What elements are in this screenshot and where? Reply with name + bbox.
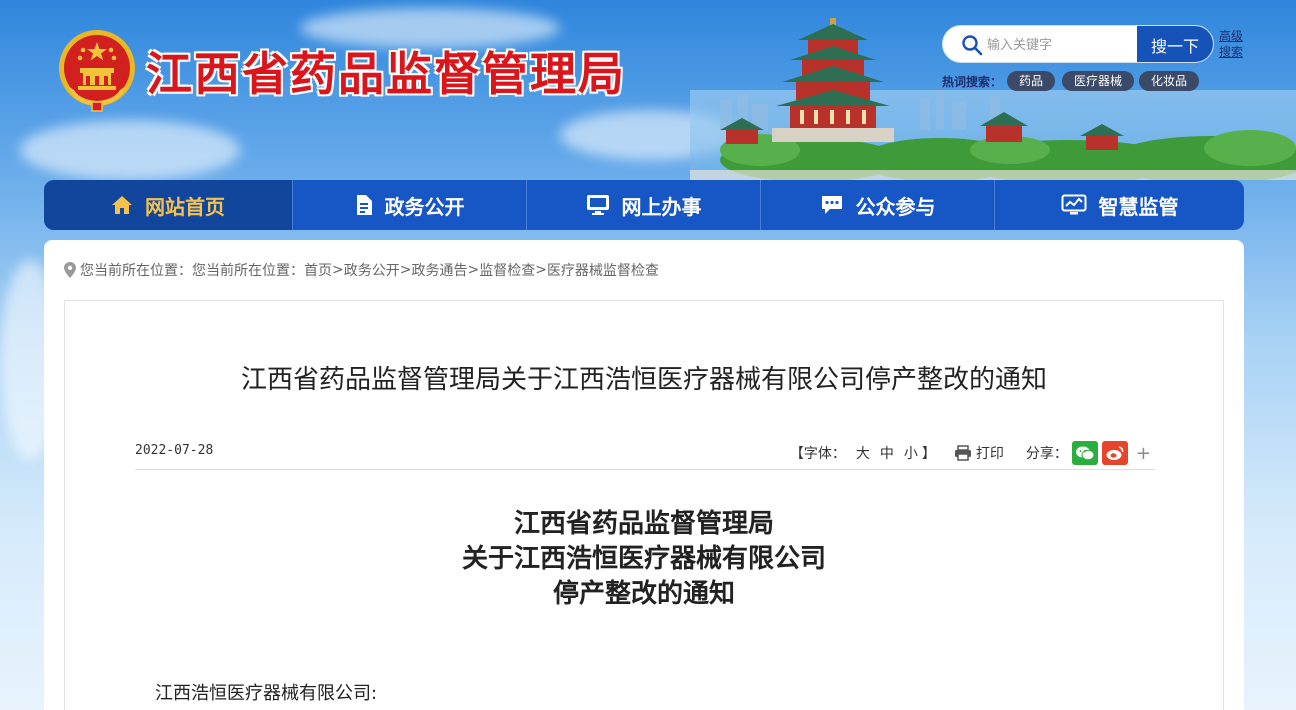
national-emblem-icon [59, 30, 135, 112]
hot-tag-cosmetics[interactable]: 化妆品 [1139, 71, 1200, 91]
article-container: 江西省药品监督管理局关于江西浩恒医疗器械有限公司停产整改的通知 2022-07-… [64, 300, 1224, 710]
nav-item-smart-supervision[interactable]: 智慧监管 [995, 180, 1244, 230]
breadcrumb-separator: > [332, 262, 344, 278]
wechat-icon [1075, 446, 1095, 461]
monitor-icon [586, 194, 610, 216]
hot-search-label: 热词搜索： [942, 75, 1003, 89]
print-label: 打印 [975, 446, 1004, 462]
article-meta: 2022-07-28 【字体： 大 中 小 】 打印 分享： + [135, 436, 1155, 470]
hot-tag-drugs[interactable]: 药品 [1007, 71, 1056, 91]
content-panel: 您当前所在位置：您当前所在位置： 首页 > 政务公开 > 政务通告 > 监督检查 > 医… [44, 240, 1244, 710]
breadcrumb-link-home[interactable]: 首页 [304, 260, 332, 280]
search-icon [962, 35, 983, 56]
nav-item-label: 政务公开 [384, 194, 465, 219]
share-label: 分享： [1025, 446, 1068, 462]
weibo-share-button[interactable] [1101, 441, 1128, 465]
wechat-share-button[interactable] [1071, 441, 1098, 465]
chat-icon [820, 194, 844, 216]
breadcrumb-separator: > [535, 262, 547, 278]
nav-item-government-affairs[interactable]: 政务公开 [293, 180, 527, 230]
dashboard-icon [1061, 194, 1087, 216]
nav-item-home[interactable]: 网站首页 [44, 180, 293, 230]
breadcrumb-separator: > [467, 262, 480, 278]
site-title[interactable]: 江西省药品监督管理局 [146, 38, 626, 104]
breadcrumb-separator: > [399, 262, 412, 278]
breadcrumb-link-notices[interactable]: 政务通告 [411, 260, 467, 280]
breadcrumb: 您当前所在位置：您当前所在位置： 首页 > 政务公开 > 政务通告 > 监督检查 > 医… [64, 260, 659, 280]
hot-tag-medical-devices[interactable]: 医疗器械 [1062, 71, 1135, 91]
article-title: 江西省药品监督管理局关于江西浩恒医疗器械有限公司停产整改的通知 [240, 365, 1047, 395]
publish-date: 2022-07-28 [135, 443, 214, 458]
main-nav: 网站首页 政务公开 网上办事 公众参与 智慧监管 [44, 180, 1244, 230]
font-size-medium[interactable]: 中 [880, 443, 894, 463]
salutation: 江西浩恒医疗器械有限公司: [155, 683, 378, 704]
nav-item-label: 网站首页 [145, 194, 225, 219]
font-size-small[interactable]: 小 [904, 443, 918, 463]
nav-item-public-participation[interactable]: 公众参与 [761, 180, 995, 230]
home-icon [111, 195, 133, 215]
site-header: 江西省药品监督管理局 输入关键字 搜一下 高级搜索 热词搜索： 药品 医疗器械 … [0, 0, 1296, 180]
printer-icon [954, 445, 971, 461]
font-size-label: 【字体： [789, 446, 846, 462]
document-heading-line: 停产整改的通知 [552, 579, 735, 609]
breadcrumb-link-device-inspection[interactable]: 医疗器械监督检查 [547, 260, 659, 280]
nav-item-online-services[interactable]: 网上办事 [527, 180, 761, 230]
document-heading: 江西省药品监督管理局 关于江西浩恒医疗器械有限公司 停产整改的通知 [65, 507, 1223, 612]
nav-item-label: 公众参与 [855, 194, 936, 219]
breadcrumb-link-inspection[interactable]: 监督检查 [479, 260, 535, 280]
location-pin-icon [64, 262, 76, 278]
search-button[interactable]: 搜一下 [1137, 26, 1213, 62]
font-size-large[interactable]: 大 [856, 443, 870, 463]
article-tools: 【字体： 大 中 小 】 打印 分享： + [790, 441, 1155, 465]
search-input[interactable] [987, 34, 1137, 56]
weibo-icon [1106, 446, 1124, 460]
document-icon [355, 194, 373, 216]
search-bar: 搜一下 [942, 25, 1214, 63]
advanced-search-link[interactable]: 高级搜索 [1219, 28, 1247, 60]
more-share-icon[interactable]: + [1136, 443, 1151, 464]
nav-item-label: 智慧监管 [1098, 194, 1179, 219]
print-button[interactable]: 打印 [954, 443, 1008, 463]
font-size-close: 】 [921, 446, 936, 462]
document-heading-line: 江西省药品监督管理局 [513, 509, 774, 539]
breadcrumb-prefix: 您当前所在位置：您当前所在位置： [80, 263, 304, 279]
nav-item-label: 网上办事 [621, 194, 702, 219]
breadcrumb-link-government-affairs[interactable]: 政务公开 [344, 260, 400, 280]
document-heading-line: 关于江西浩恒医疗器械有限公司 [461, 544, 826, 574]
